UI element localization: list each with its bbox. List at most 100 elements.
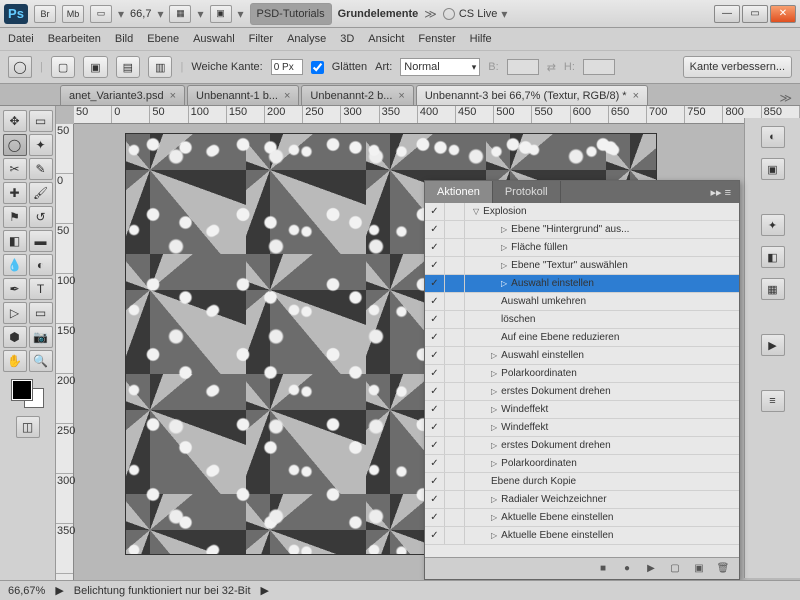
- tab-protokoll[interactable]: Protokoll: [493, 181, 561, 203]
- action-item[interactable]: ✓▷ Auswahl einstellen: [425, 347, 739, 365]
- dodge-tool[interactable]: ◐: [29, 254, 53, 276]
- action-item[interactable]: ✓▷ Aktuelle Ebene einstellen: [425, 509, 739, 527]
- pen-tool[interactable]: ✒: [3, 278, 27, 300]
- styles-icon[interactable]: ✦: [761, 214, 785, 236]
- type-tool[interactable]: T: [29, 278, 53, 300]
- zoom-level[interactable]: 66,7: [130, 8, 151, 20]
- mask-icon[interactable]: ▣: [761, 158, 785, 180]
- action-item[interactable]: ✓löschen: [425, 311, 739, 329]
- window-maximize[interactable]: ▭: [742, 5, 768, 23]
- healing-tool[interactable]: ✚: [3, 182, 27, 204]
- menu-ebene[interactable]: Ebene: [147, 33, 179, 45]
- window-close[interactable]: ✕: [770, 5, 796, 23]
- eyedropper-tool[interactable]: ✎: [29, 158, 53, 180]
- arrange-button[interactable]: ▦: [169, 5, 191, 23]
- action-item[interactable]: ✓Auswahl umkehren: [425, 293, 739, 311]
- action-item[interactable]: ✓▷ Polarkoordinaten: [425, 455, 739, 473]
- current-tool-icon[interactable]: ◯: [8, 56, 32, 78]
- eraser-tool[interactable]: ◧: [3, 230, 27, 252]
- crop-tool[interactable]: ✂: [3, 158, 27, 180]
- screen-mode-button[interactable]: ▣: [210, 5, 232, 23]
- move-tool[interactable]: ✥: [3, 110, 27, 132]
- action-item[interactable]: ✓▷ Ebene "Hintergrund" aus...: [425, 221, 739, 239]
- color-icon[interactable]: ◧: [761, 246, 785, 268]
- action-item[interactable]: ✓▷ erstes Dokument drehen: [425, 383, 739, 401]
- swatches-icon[interactable]: ▦: [761, 278, 785, 300]
- menu-bild[interactable]: Bild: [115, 33, 133, 45]
- action-item[interactable]: ✓▷ Aktuelle Ebene einstellen: [425, 527, 739, 545]
- color-swatches[interactable]: [12, 380, 44, 408]
- workspace-label[interactable]: Grundelemente: [338, 8, 419, 20]
- lasso-tool[interactable]: ◯: [3, 134, 27, 156]
- action-item[interactable]: ✓▷ erstes Dokument drehen: [425, 437, 739, 455]
- view-extras-button[interactable]: ▭: [90, 5, 112, 23]
- menu-analyse[interactable]: Analyse: [287, 33, 326, 45]
- document-tab[interactable]: Unbenannt-1 b...×: [187, 85, 299, 105]
- blur-tool[interactable]: 💧: [3, 254, 27, 276]
- action-item[interactable]: ✓▷ Windeffekt: [425, 401, 739, 419]
- menu-ansicht[interactable]: Ansicht: [368, 33, 404, 45]
- wand-tool[interactable]: ✦: [29, 134, 53, 156]
- hand-tool[interactable]: ✋: [3, 350, 27, 372]
- close-icon[interactable]: ×: [633, 90, 639, 102]
- selection-mode-new[interactable]: ▢: [51, 56, 75, 78]
- bridge-button[interactable]: Br: [34, 5, 56, 23]
- camera-tool[interactable]: 📷: [29, 326, 53, 348]
- adjustments-icon[interactable]: ◐: [761, 126, 785, 148]
- feather-input[interactable]: [271, 59, 303, 75]
- document-tab[interactable]: Unbenannt-3 bei 66,7% (Textur, RGB/8) *×: [416, 85, 648, 105]
- action-set-header[interactable]: ✓▽ Explosion: [425, 203, 739, 221]
- panel-menu-icon[interactable]: ▸▸ ≡: [702, 181, 739, 203]
- selection-mode-intersect[interactable]: ▥: [148, 56, 172, 78]
- new-set-icon[interactable]: ▢: [667, 562, 683, 576]
- antialias-checkbox[interactable]: [311, 61, 324, 74]
- brush-tool[interactable]: 🖌: [29, 182, 53, 204]
- window-minimize[interactable]: —: [714, 5, 740, 23]
- minibridge-button[interactable]: Mb: [62, 5, 84, 23]
- layers-icon[interactable]: ≡: [761, 390, 785, 412]
- menu-datei[interactable]: Datei: [8, 33, 34, 45]
- new-action-icon[interactable]: ▣: [691, 562, 707, 576]
- 3d-tool[interactable]: ⬢: [3, 326, 27, 348]
- action-item[interactable]: ✓Ebene durch Kopie: [425, 473, 739, 491]
- menu-bearbeiten[interactable]: Bearbeiten: [48, 33, 101, 45]
- action-item[interactable]: ✓▷ Auswahl einstellen: [425, 275, 739, 293]
- menu-auswahl[interactable]: Auswahl: [193, 33, 235, 45]
- action-item[interactable]: ✓▷ Ebene "Textur" auswählen: [425, 257, 739, 275]
- refine-edge-button[interactable]: Kante verbessern...: [683, 56, 792, 78]
- action-item[interactable]: ✓▷ Polarkoordinaten: [425, 365, 739, 383]
- tab-overflow-icon[interactable]: ≫: [771, 91, 800, 105]
- action-item[interactable]: ✓▷ Windeffekt: [425, 419, 739, 437]
- play-action-icon[interactable]: ▶: [643, 562, 659, 576]
- record-icon[interactable]: ●: [619, 562, 635, 576]
- menu-3d[interactable]: 3D: [340, 33, 354, 45]
- chevron-icon[interactable]: ≫: [424, 7, 437, 21]
- action-item[interactable]: ✓▷ Fläche füllen: [425, 239, 739, 257]
- stop-icon[interactable]: ■: [595, 562, 611, 576]
- status-zoom[interactable]: 66,67%: [8, 585, 45, 597]
- menu-hilfe[interactable]: Hilfe: [470, 33, 492, 45]
- selection-mode-sub[interactable]: ▤: [116, 56, 140, 78]
- marquee-tool[interactable]: ▭: [29, 110, 53, 132]
- close-icon[interactable]: ×: [170, 90, 176, 102]
- workspace-psd-tutorials[interactable]: PSD-Tutorials: [250, 3, 332, 25]
- path-tool[interactable]: ▷: [3, 302, 27, 324]
- action-item[interactable]: ✓▷ Radialer Weichzeichner: [425, 491, 739, 509]
- stamp-tool[interactable]: ⚑: [3, 206, 27, 228]
- menu-fenster[interactable]: Fenster: [418, 33, 455, 45]
- zoom-tool[interactable]: 🔍: [29, 350, 53, 372]
- menu-filter[interactable]: Filter: [249, 33, 273, 45]
- quickmask-button[interactable]: ◫: [16, 416, 40, 438]
- tab-aktionen[interactable]: Aktionen: [425, 181, 493, 203]
- close-icon[interactable]: ×: [398, 90, 404, 102]
- delete-icon[interactable]: 🗑: [715, 562, 731, 576]
- style-select[interactable]: Normal: [400, 58, 480, 76]
- document-tab[interactable]: anet_Variante3.psd×: [60, 85, 185, 105]
- close-icon[interactable]: ×: [284, 90, 290, 102]
- gradient-tool[interactable]: ▬: [29, 230, 53, 252]
- selection-mode-add[interactable]: ▣: [83, 56, 107, 78]
- history-brush-tool[interactable]: ↺: [29, 206, 53, 228]
- action-item[interactable]: ✓Auf eine Ebene reduzieren: [425, 329, 739, 347]
- document-tab[interactable]: Unbenannt-2 b...×: [301, 85, 413, 105]
- play-icon[interactable]: ▶: [761, 334, 785, 356]
